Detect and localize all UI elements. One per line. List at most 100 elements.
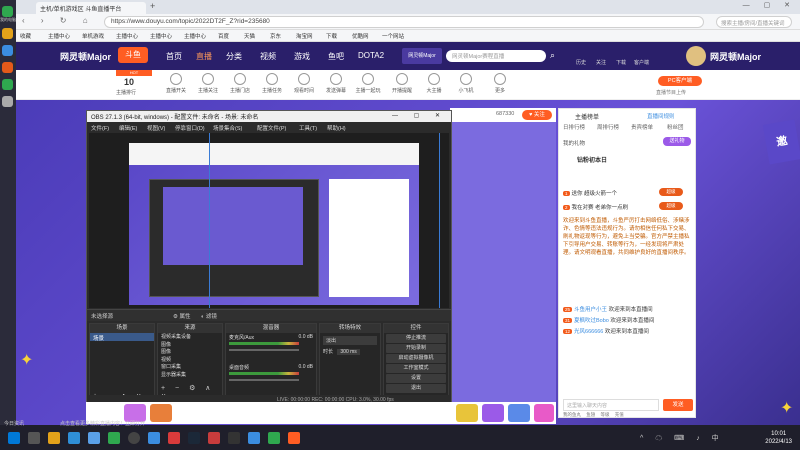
tab-fan-club[interactable]: 粉丝团: [667, 123, 684, 131]
category-item[interactable]: 观看时间: [290, 73, 318, 94]
source-item[interactable]: 视频采集设备: [161, 334, 219, 342]
obs-window-controls[interactable]: — ▢ ✕: [392, 112, 447, 119]
obs-title-bar[interactable]: OBS 27.1.3 (64-bit, windows) - 配置文件: 未命名…: [87, 111, 451, 122]
obs-icon[interactable]: [128, 432, 140, 444]
duration-input[interactable]: 300 ms: [337, 349, 360, 355]
event-logo[interactable]: 网灵顿Major: [60, 50, 111, 63]
source-item[interactable]: 图像: [161, 342, 219, 350]
settings-button[interactable]: 设置: [386, 374, 446, 383]
event-badge[interactable]: 邀: [762, 119, 800, 165]
history-link[interactable]: 历史: [576, 59, 586, 66]
gift-item[interactable]: [534, 404, 554, 422]
bookmark-item[interactable]: 单机游戏: [82, 32, 104, 40]
category-item[interactable]: 主播任务: [258, 73, 286, 94]
steam-icon[interactable]: [188, 432, 200, 444]
bookmark-item[interactable]: 下载: [326, 32, 337, 40]
search-icon[interactable]: [28, 432, 40, 444]
news-ticker[interactable]: 点击查看更多精彩直播内容！立即打开: [60, 420, 145, 427]
category-item[interactable]: 直播开关: [162, 73, 190, 94]
app-icon[interactable]: [88, 432, 100, 444]
start-virtual-camera-button[interactable]: 启动虚拟摄像机: [386, 354, 446, 363]
news-widget[interactable]: 今日资讯: [4, 420, 24, 427]
volume-slider[interactable]: [229, 379, 299, 381]
bookmark-item[interactable]: 收藏: [20, 32, 31, 40]
send-chat-button[interactable]: 发送: [663, 399, 693, 411]
obs-menu-scene-collection[interactable]: 场景集合(S): [213, 124, 242, 132]
nav-video[interactable]: 视频: [260, 51, 276, 62]
nav-dota2[interactable]: DOTA2: [358, 51, 384, 60]
exit-button[interactable]: 退出: [386, 384, 446, 393]
app-icon[interactable]: [268, 432, 280, 444]
app-icon[interactable]: [108, 432, 120, 444]
gift-item[interactable]: [508, 404, 530, 422]
follow-button[interactable]: ♥ 关注: [522, 110, 552, 120]
source-item[interactable]: 图像: [161, 349, 219, 357]
bottom-link[interactable]: 等级: [601, 412, 610, 417]
tab-daily-rank[interactable]: 日排行榜: [563, 123, 585, 131]
douyu-icon[interactable]: [288, 432, 300, 444]
obs-menu-file[interactable]: 文件(F): [91, 124, 109, 132]
app-icon[interactable]: [68, 432, 80, 444]
obs-preview[interactable]: [89, 133, 449, 308]
app-icon[interactable]: [2, 96, 13, 107]
bookmark-item[interactable]: 天猫: [244, 32, 255, 40]
app-icon[interactable]: [2, 28, 13, 39]
obs-menu-profile[interactable]: 配置文件(P): [257, 124, 286, 132]
chat-username[interactable]: 夏枫吹过Bobo: [574, 318, 609, 324]
tab-vip-list[interactable]: 贵宾榜单: [631, 123, 653, 131]
app-icon[interactable]: [148, 432, 160, 444]
bookmark-item[interactable]: 优酷网: [352, 32, 369, 40]
pc-client-button[interactable]: PC客户端: [658, 76, 702, 86]
site-search-input[interactable]: 网灵顿Major赛程直播: [446, 50, 546, 62]
app-icon[interactable]: [228, 432, 240, 444]
start-recording-button[interactable]: 开始录制: [386, 344, 446, 353]
bookmark-item[interactable]: 主播中心: [116, 32, 138, 40]
tab-weekly-rank[interactable]: 周排行榜: [597, 123, 619, 131]
room-rules-link[interactable]: 直播间规则: [647, 112, 675, 120]
nav-fishbar[interactable]: 鱼吧: [328, 51, 344, 62]
send-gift-button[interactable]: 送礼物: [663, 137, 691, 146]
bottom-link[interactable]: 我的鱼丸: [563, 412, 581, 417]
search-icon[interactable]: ⌕: [550, 50, 555, 61]
taskbar-clock[interactable]: 10:01 2022/4/13: [765, 430, 792, 446]
app-icon[interactable]: [2, 45, 13, 56]
bookmark-item[interactable]: 主播中心: [48, 32, 70, 40]
follow-link[interactable]: 关注: [596, 59, 606, 66]
nav-category[interactable]: 分类: [226, 51, 242, 62]
ad-banner[interactable]: 网灵顿Major: [402, 48, 442, 64]
chat-input[interactable]: 这里输入聊天内容: [563, 399, 659, 411]
bottom-link[interactable]: 鱼翅: [586, 412, 595, 417]
new-tab-button[interactable]: +: [150, 1, 155, 11]
avatar[interactable]: [686, 46, 706, 66]
window-controls[interactable]: — ▢ ✕: [743, 1, 796, 9]
nav-buttons[interactable]: ‹ › ↻ ⌂: [22, 16, 95, 25]
category-item[interactable]: 大主播: [420, 73, 448, 94]
volume-slider[interactable]: [229, 349, 299, 351]
address-bar[interactable]: https://www.douyu.com/topic/2022DT2F_Z?r…: [104, 16, 704, 28]
app-icon[interactable]: [2, 62, 13, 73]
source-item[interactable]: 视频: [161, 357, 219, 365]
category-item[interactable]: 开播提醒: [388, 73, 416, 94]
tray-icons[interactable]: ^ ☁ ⌨ ♪ 中: [640, 433, 724, 443]
obs-menu-help[interactable]: 帮助(H): [327, 124, 346, 132]
start-icon[interactable]: [8, 432, 20, 444]
bookmark-item[interactable]: 主播中心: [150, 32, 172, 40]
source-item[interactable]: 窗口采集: [161, 364, 219, 372]
app-icon[interactable]: [2, 79, 13, 90]
app-icon[interactable]: [208, 432, 220, 444]
bookmark-item[interactable]: 淘宝网: [296, 32, 313, 40]
douyu-logo[interactable]: 斗鱼: [118, 47, 148, 63]
source-item[interactable]: 显示器采集: [161, 372, 219, 380]
category-item[interactable]: 更多: [486, 73, 514, 94]
chat-username[interactable]: 斗鱼用户小王: [574, 307, 607, 313]
stop-streaming-button[interactable]: 停止推流: [386, 334, 446, 343]
gift-item[interactable]: [150, 404, 172, 422]
category-item[interactable]: 主播一起玩: [354, 73, 382, 94]
category-item[interactable]: 主播门店: [226, 73, 254, 94]
bottom-link[interactable]: 充值: [615, 412, 624, 417]
rank-label[interactable]: 主播排行: [116, 89, 136, 96]
explorer-icon[interactable]: [48, 432, 60, 444]
nav-home[interactable]: 首页: [166, 51, 182, 62]
browser-search-input[interactable]: 搜索主播/房间/直播关键词: [716, 16, 792, 28]
obs-menu-docks[interactable]: 停靠窗口(D): [175, 124, 205, 132]
